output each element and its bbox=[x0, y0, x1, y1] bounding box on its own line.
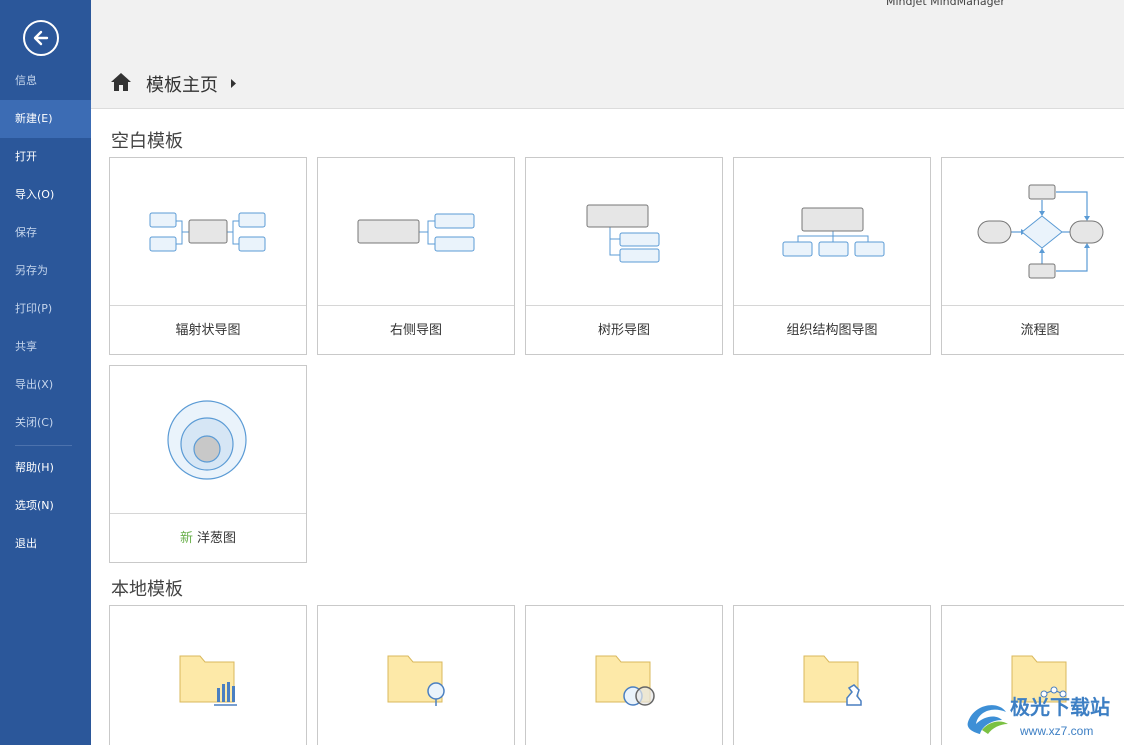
watermark-url: www.xz7.com bbox=[1019, 724, 1093, 738]
nav-save-as[interactable]: 另存为 bbox=[0, 252, 91, 290]
nav-new[interactable]: 新建(E) bbox=[0, 100, 91, 138]
tree-map-icon bbox=[586, 204, 660, 263]
onion-thumbnail bbox=[110, 366, 306, 514]
template-label: 新洋葱图 bbox=[110, 515, 306, 562]
backstage-nav: 信息 新建(E) 打开 导入(O) 保存 另存为 打印(P) 共享 导出(X) … bbox=[0, 62, 91, 563]
local-templates-title: 本地模板 bbox=[111, 579, 183, 600]
radial-map-thumbnail bbox=[110, 158, 306, 306]
template-label: 辐射状导图 bbox=[175, 323, 241, 338]
breadcrumb-arrow-icon bbox=[231, 79, 236, 88]
nav-help[interactable]: 帮助(H) bbox=[0, 449, 91, 487]
folder-chess-icon bbox=[803, 655, 862, 706]
local-folder-card[interactable] bbox=[317, 605, 515, 745]
nav-info[interactable]: 信息 bbox=[0, 62, 91, 100]
home-icon[interactable] bbox=[110, 72, 132, 92]
local-folder-card[interactable] bbox=[733, 605, 931, 745]
nav-print[interactable]: 打印(P) bbox=[0, 290, 91, 328]
template-label: 流程图 bbox=[1020, 323, 1060, 338]
folder-venn-icon bbox=[595, 655, 655, 706]
flowchart-icon bbox=[977, 184, 1104, 279]
nav-open[interactable]: 打开 bbox=[0, 138, 91, 176]
back-arrow-icon bbox=[33, 30, 49, 46]
nav-share[interactable]: 共享 bbox=[0, 328, 91, 366]
template-card-org-chart[interactable]: 组织结构图导图 bbox=[733, 157, 931, 355]
folder-balloon-icon bbox=[387, 655, 445, 706]
template-card-right-map[interactable]: 右侧导图 bbox=[317, 157, 515, 355]
nav-exit[interactable]: 退出 bbox=[0, 525, 91, 563]
new-badge: 新 bbox=[179, 531, 193, 546]
header-bar: Mindjet MindManager 模板主页 bbox=[91, 0, 1124, 109]
app-title: Mindjet MindManager bbox=[886, 0, 1005, 8]
nav-import[interactable]: 导入(O) bbox=[0, 176, 91, 214]
nav-divider bbox=[15, 445, 72, 446]
template-label: 右侧导图 bbox=[389, 323, 442, 338]
folder-chart-icon bbox=[179, 655, 237, 706]
local-folder-card[interactable] bbox=[525, 605, 723, 745]
right-map-icon bbox=[357, 213, 475, 252]
template-card-flowchart[interactable]: 流程图 bbox=[941, 157, 1124, 355]
onion-diagram-icon bbox=[167, 400, 247, 480]
template-label: 树形导图 bbox=[597, 323, 650, 338]
backstage-sidebar: 信息 新建(E) 打开 导入(O) 保存 另存为 打印(P) 共享 导出(X) … bbox=[0, 0, 91, 745]
flowchart-thumbnail bbox=[942, 158, 1124, 306]
template-label-text: 洋葱图 bbox=[197, 531, 237, 546]
nav-export[interactable]: 导出(X) bbox=[0, 366, 91, 404]
local-folder-card[interactable] bbox=[109, 605, 307, 745]
template-label: 组织结构图导图 bbox=[786, 323, 878, 338]
nav-options[interactable]: 选项(N) bbox=[0, 487, 91, 525]
template-card-tree[interactable]: 树形导图 bbox=[525, 157, 723, 355]
template-card-radial[interactable]: 辐射状导图 bbox=[109, 157, 307, 355]
tree-map-thumbnail bbox=[526, 158, 722, 306]
blank-templates-title: 空白模板 bbox=[111, 131, 183, 152]
radial-map-icon bbox=[149, 212, 266, 252]
right-map-thumbnail bbox=[318, 158, 514, 306]
org-chart-icon bbox=[782, 207, 885, 257]
breadcrumb[interactable]: 模板主页 bbox=[146, 71, 218, 97]
back-button[interactable] bbox=[23, 20, 59, 56]
watermark-text: 极光下载站 bbox=[1010, 695, 1110, 719]
site-watermark-logo: 极光下载站 www.xz7.com bbox=[967, 695, 1110, 738]
template-card-onion[interactable]: 新洋葱图 bbox=[109, 365, 307, 563]
org-chart-thumbnail bbox=[734, 158, 930, 306]
nav-save[interactable]: 保存 bbox=[0, 214, 91, 252]
nav-close[interactable]: 关闭(C) bbox=[0, 404, 91, 442]
